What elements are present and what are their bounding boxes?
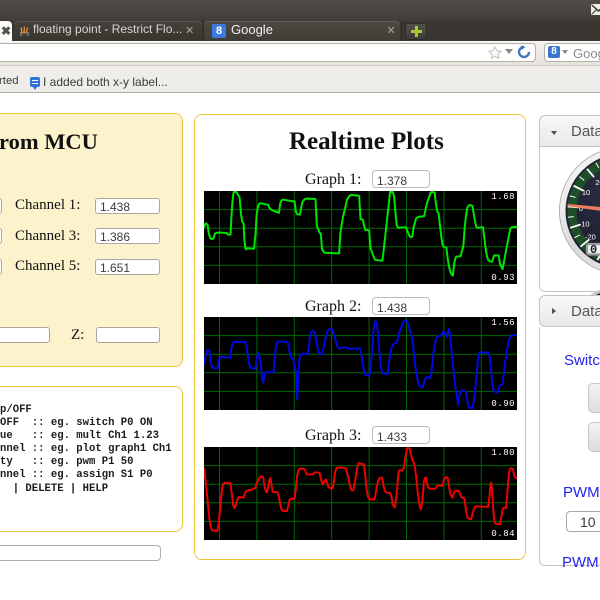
svg-text:20: 20 [595,178,600,187]
svg-text:-10: -10 [579,219,590,228]
svg-text:0.7: 0.7 [590,243,600,257]
svg-text:-20: -20 [585,232,596,241]
svg-text:10: 10 [582,188,590,197]
